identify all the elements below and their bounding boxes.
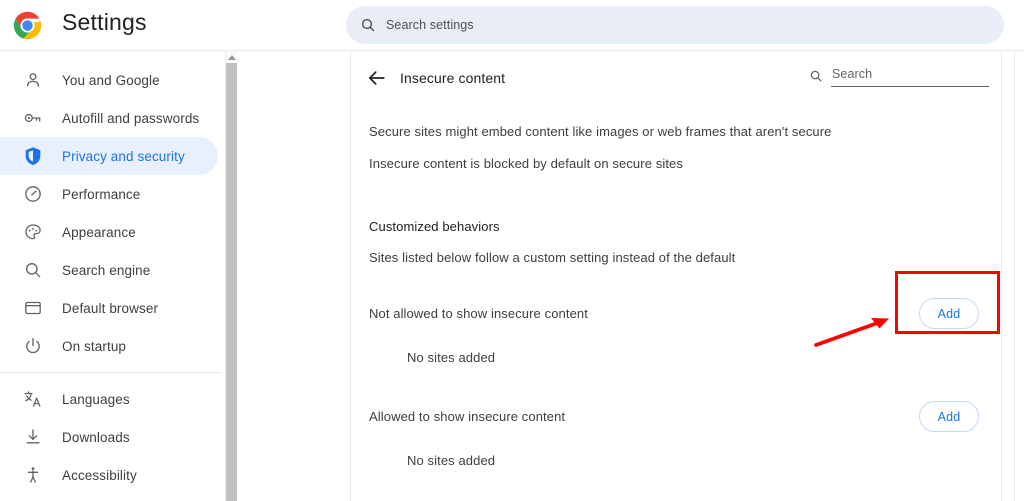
back-arrow-icon[interactable] bbox=[366, 67, 388, 89]
page-title: Insecure content bbox=[400, 70, 506, 86]
sidebar-item-privacy-and-security[interactable]: Privacy and security bbox=[0, 137, 218, 175]
sidebar-nav: You and Google Autofill and passwords Pr… bbox=[0, 51, 222, 501]
content-header: Insecure content Search bbox=[351, 51, 1001, 103]
sidebar-item-appearance[interactable]: Appearance bbox=[0, 213, 218, 251]
content-search-underline bbox=[831, 86, 989, 87]
sidebar-item-label: You and Google bbox=[62, 72, 160, 88]
empty-state-text: No sites added bbox=[407, 453, 496, 468]
sidebar-item-accessibility[interactable]: Accessibility bbox=[0, 456, 218, 494]
sidebar-scrollbar[interactable] bbox=[225, 51, 238, 501]
power-icon bbox=[22, 335, 44, 357]
settings-window: Settings Search settings You and Google bbox=[0, 0, 1024, 501]
search-icon bbox=[361, 18, 375, 32]
global-search-box[interactable]: Search settings bbox=[346, 6, 1004, 44]
content-right-edge bbox=[1001, 51, 1002, 501]
add-button-allowed[interactable]: Add bbox=[919, 401, 979, 432]
section-title-customized-behaviors: Customized behaviors bbox=[369, 219, 500, 234]
sidebar-item-label: Default browser bbox=[62, 300, 159, 316]
person-icon bbox=[22, 69, 44, 91]
sidebar-item-label: Search engine bbox=[62, 262, 151, 278]
content-far-edge bbox=[1014, 51, 1015, 501]
sidebar-divider bbox=[0, 372, 222, 373]
chrome-logo bbox=[12, 10, 43, 41]
empty-state-text: No sites added bbox=[407, 350, 496, 365]
sidebar-item-label: On startup bbox=[62, 338, 127, 354]
sidebar-item-label: Downloads bbox=[62, 429, 130, 445]
sidebar-item-search-engine[interactable]: Search engine bbox=[0, 251, 218, 289]
sidebar-item-languages[interactable]: Languages bbox=[0, 380, 218, 418]
magnifier-icon bbox=[22, 259, 44, 281]
scrollbar-thumb[interactable] bbox=[226, 63, 237, 501]
sidebar-item-label: Privacy and security bbox=[62, 148, 185, 164]
permission-row-label: Allowed to show insecure content bbox=[369, 409, 566, 424]
global-search-placeholder: Search settings bbox=[386, 18, 474, 32]
content-panel: Insecure content Search Secure sites mig… bbox=[351, 51, 1001, 501]
sidebar-item-label: Accessibility bbox=[62, 467, 137, 483]
permission-row-allowed: Allowed to show insecure content Add No … bbox=[351, 395, 1001, 468]
permission-row-not-allowed: Not allowed to show insecure content Add… bbox=[351, 292, 1001, 365]
sidebar-item-label: Performance bbox=[62, 186, 141, 202]
app-title: Settings bbox=[62, 9, 147, 35]
sidebar-item-default-browser[interactable]: Default browser bbox=[0, 289, 218, 327]
sidebar-item-you-and-google[interactable]: You and Google bbox=[0, 61, 218, 99]
content-search-placeholder: Search bbox=[832, 67, 873, 81]
sidebar-item-autofill-and-passwords[interactable]: Autofill and passwords bbox=[0, 99, 218, 137]
accessibility-icon bbox=[22, 464, 44, 486]
top-bar: Settings Search settings bbox=[0, 0, 1024, 50]
browser-window-icon bbox=[22, 297, 44, 319]
add-button-not-allowed[interactable]: Add bbox=[919, 298, 979, 329]
sidebar-item-label: Autofill and passwords bbox=[62, 110, 200, 126]
key-icon bbox=[22, 107, 44, 129]
translate-icon bbox=[22, 388, 44, 410]
section-subtitle: Sites listed below follow a custom setti… bbox=[369, 250, 736, 265]
download-icon bbox=[22, 426, 44, 448]
palette-icon bbox=[22, 221, 44, 243]
permission-row-label: Not allowed to show insecure content bbox=[369, 306, 588, 321]
description-line-1: Secure sites might embed content like im… bbox=[369, 124, 832, 139]
sidebar-item-on-startup[interactable]: On startup bbox=[0, 327, 218, 365]
shield-icon bbox=[22, 145, 44, 167]
search-icon bbox=[810, 70, 822, 82]
content-search-field[interactable]: Search bbox=[809, 67, 989, 89]
sidebar-item-performance[interactable]: Performance bbox=[0, 175, 218, 213]
sidebar-item-downloads[interactable]: Downloads bbox=[0, 418, 218, 456]
sidebar-item-label: Appearance bbox=[62, 224, 136, 240]
sidebar-item-label: Languages bbox=[62, 391, 130, 407]
speedometer-icon bbox=[22, 183, 44, 205]
description-line-2: Insecure content is blocked by default o… bbox=[369, 156, 683, 171]
scroll-up-arrow-icon[interactable] bbox=[228, 55, 236, 60]
